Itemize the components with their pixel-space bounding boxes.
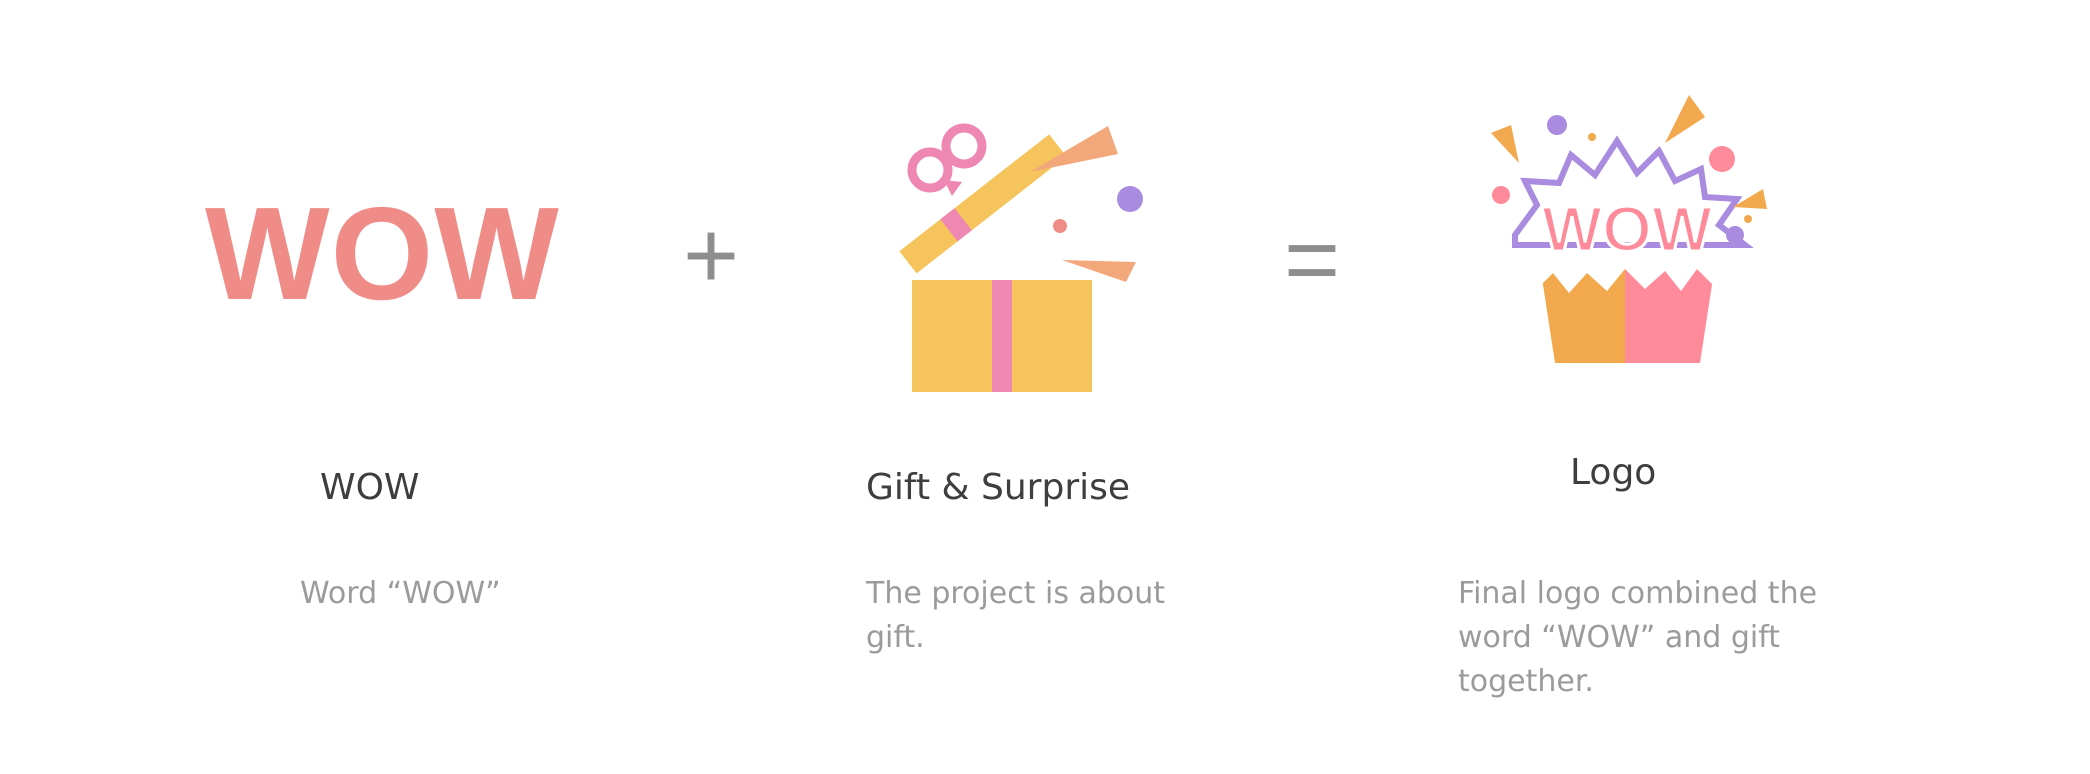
gift-box-icon	[899, 123, 1143, 392]
gift-surprise-title: Gift & Surprise	[866, 467, 1131, 508]
wow-description: Word “WOW”	[300, 576, 501, 611]
wow-word-graphic: WOW	[205, 180, 560, 327]
logo-title: Logo	[1570, 452, 1657, 493]
wow-title: WOW	[320, 467, 420, 508]
logo-wow-text: WOW	[1542, 193, 1713, 265]
wow-gift-logo-icon: WOW	[1491, 95, 1767, 363]
gift-surprise-description: The project is about gift.	[866, 576, 1166, 655]
equals-operator: =	[1284, 206, 1341, 313]
logo-description: Final logo combined the word “WOW” and g…	[1458, 576, 1818, 699]
plus-operator: +	[683, 202, 740, 309]
